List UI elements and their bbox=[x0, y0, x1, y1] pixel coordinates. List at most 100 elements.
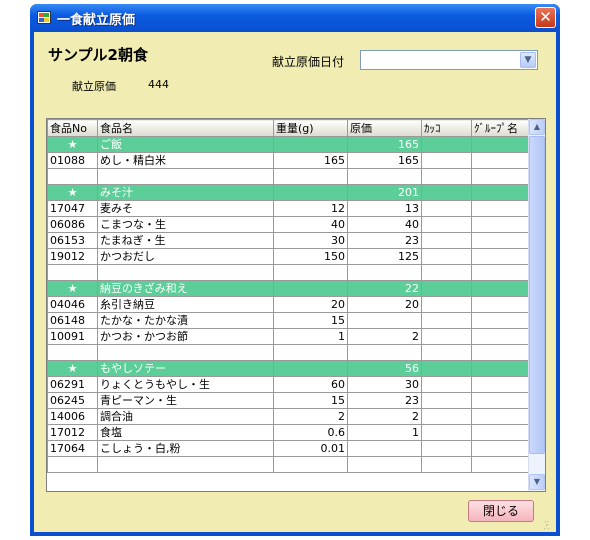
cost-cell[interactable]: 2 bbox=[347, 328, 422, 345]
cost-cell[interactable]: 30 bbox=[347, 376, 422, 393]
food-name-cell[interactable]: めし・精白米 bbox=[97, 152, 274, 169]
kakko-cell[interactable] bbox=[421, 168, 472, 185]
table-row[interactable]: 06245 青ピーマン・生 15 23 bbox=[47, 392, 529, 409]
food-name-cell[interactable]: かつお・かつお節 bbox=[97, 328, 274, 345]
food-name-cell[interactable]: 糸引き納豆 bbox=[97, 296, 274, 313]
column-header-weight[interactable]: 重量(g) bbox=[273, 119, 348, 137]
scroll-down-icon[interactable]: ▼ bbox=[529, 474, 545, 490]
cost-cell[interactable]: 56 bbox=[347, 360, 422, 377]
group-name-cell[interactable] bbox=[471, 376, 529, 393]
weight-cell[interactable] bbox=[273, 360, 348, 377]
weight-cell[interactable]: 30 bbox=[273, 232, 348, 249]
food-no-cell[interactable] bbox=[47, 456, 98, 473]
food-no-cell[interactable]: 17012 bbox=[47, 424, 98, 441]
cost-cell[interactable]: 20 bbox=[347, 296, 422, 313]
food-no-cell[interactable]: 17047 bbox=[47, 200, 98, 217]
food-no-cell[interactable]: ★ bbox=[47, 136, 98, 153]
chevron-down-icon[interactable]: ▼ bbox=[520, 52, 536, 68]
table-row[interactable]: 17012 食塩 0.6 1 bbox=[47, 424, 529, 441]
kakko-cell[interactable] bbox=[421, 424, 472, 441]
group-name-cell[interactable] bbox=[471, 296, 529, 313]
close-button[interactable]: 閉じる bbox=[468, 500, 534, 522]
group-name-cell[interactable] bbox=[471, 440, 529, 457]
food-no-cell[interactable] bbox=[47, 344, 98, 361]
food-no-cell[interactable]: 06291 bbox=[47, 376, 98, 393]
food-no-cell[interactable] bbox=[47, 168, 98, 185]
weight-cell[interactable]: 20 bbox=[273, 296, 348, 313]
food-name-cell[interactable]: みそ汁 bbox=[97, 184, 274, 201]
cost-cell[interactable] bbox=[347, 344, 422, 361]
group-name-cell[interactable] bbox=[471, 408, 529, 425]
food-name-cell[interactable] bbox=[97, 168, 274, 185]
food-name-cell[interactable]: ご飯 bbox=[97, 136, 274, 153]
weight-cell[interactable]: 2 bbox=[273, 408, 348, 425]
table-row[interactable]: 10091 かつお・かつお節 1 2 bbox=[47, 328, 529, 345]
weight-cell[interactable] bbox=[273, 264, 348, 281]
kakko-cell[interactable] bbox=[421, 440, 472, 457]
table-row[interactable]: 06148 たかな・たかな漬 15 bbox=[47, 312, 529, 329]
food-no-cell[interactable]: 17064 bbox=[47, 440, 98, 457]
food-no-cell[interactable]: 04046 bbox=[47, 296, 98, 313]
weight-cell[interactable]: 40 bbox=[273, 216, 348, 233]
kakko-cell[interactable] bbox=[421, 136, 472, 153]
kakko-cell[interactable] bbox=[421, 392, 472, 409]
kakko-cell[interactable] bbox=[421, 344, 472, 361]
cost-cell[interactable]: 2 bbox=[347, 408, 422, 425]
cost-cell[interactable]: 125 bbox=[347, 248, 422, 265]
table-row[interactable]: 06086 こまつな・生 40 40 bbox=[47, 216, 529, 233]
group-name-cell[interactable] bbox=[471, 328, 529, 345]
group-name-cell[interactable] bbox=[471, 232, 529, 249]
cost-cell[interactable] bbox=[347, 264, 422, 281]
food-name-cell[interactable]: かつおだし bbox=[97, 248, 274, 265]
food-no-cell[interactable]: 06245 bbox=[47, 392, 98, 409]
weight-cell[interactable] bbox=[273, 344, 348, 361]
kakko-cell[interactable] bbox=[421, 216, 472, 233]
food-no-cell[interactable]: ★ bbox=[47, 280, 98, 297]
food-name-cell[interactable] bbox=[97, 344, 274, 361]
kakko-cell[interactable] bbox=[421, 264, 472, 281]
cost-cell[interactable]: 201 bbox=[347, 184, 422, 201]
group-name-cell[interactable] bbox=[471, 456, 529, 473]
kakko-cell[interactable] bbox=[421, 328, 472, 345]
column-header-food-no[interactable]: 食品No bbox=[47, 119, 98, 137]
weight-cell[interactable] bbox=[273, 280, 348, 297]
scrollbar-thumb[interactable] bbox=[529, 136, 545, 454]
food-no-cell[interactable]: 01088 bbox=[47, 152, 98, 169]
weight-cell[interactable]: 0.01 bbox=[273, 440, 348, 457]
weight-cell[interactable]: 150 bbox=[273, 248, 348, 265]
cost-cell[interactable]: 165 bbox=[347, 152, 422, 169]
group-name-cell[interactable] bbox=[471, 264, 529, 281]
kakko-cell[interactable] bbox=[421, 296, 472, 313]
cost-cell[interactable]: 22 bbox=[347, 280, 422, 297]
cost-cell[interactable]: 40 bbox=[347, 216, 422, 233]
grid-vertical-scrollbar[interactable]: ▲ ▼ bbox=[528, 119, 545, 491]
food-name-cell[interactable]: もやしソテー bbox=[97, 360, 274, 377]
food-no-cell[interactable]: 06086 bbox=[47, 216, 98, 233]
food-name-cell[interactable]: 納豆のきざみ和え bbox=[97, 280, 274, 297]
kakko-cell[interactable] bbox=[421, 312, 472, 329]
table-row[interactable]: 01088 めし・精白米 165 165 bbox=[47, 152, 529, 169]
app-icon[interactable] bbox=[37, 11, 51, 24]
column-header-group-name[interactable]: ｸﾞﾙｰﾌﾟ名 bbox=[471, 119, 529, 137]
food-name-cell[interactable]: 麦みそ bbox=[97, 200, 274, 217]
weight-cell[interactable] bbox=[273, 184, 348, 201]
cost-cell[interactable] bbox=[347, 456, 422, 473]
weight-cell[interactable]: 0.6 bbox=[273, 424, 348, 441]
table-row[interactable] bbox=[47, 168, 529, 185]
food-name-cell[interactable]: 食塩 bbox=[97, 424, 274, 441]
weight-cell[interactable]: 60 bbox=[273, 376, 348, 393]
kakko-cell[interactable] bbox=[421, 376, 472, 393]
table-row[interactable]: 06153 たまねぎ・生 30 23 bbox=[47, 232, 529, 249]
table-row[interactable] bbox=[47, 344, 529, 361]
food-name-cell[interactable] bbox=[97, 264, 274, 281]
food-no-cell[interactable]: 10091 bbox=[47, 328, 98, 345]
title-bar[interactable]: 一食献立原価 ✕ bbox=[30, 4, 560, 32]
table-row[interactable] bbox=[47, 456, 529, 473]
weight-cell[interactable]: 15 bbox=[273, 312, 348, 329]
food-name-cell[interactable]: 青ピーマン・生 bbox=[97, 392, 274, 409]
group-row[interactable]: ★ 納豆のきざみ和え 22 bbox=[47, 280, 529, 297]
kakko-cell[interactable] bbox=[421, 456, 472, 473]
weight-cell[interactable] bbox=[273, 168, 348, 185]
weight-cell[interactable]: 15 bbox=[273, 392, 348, 409]
group-row[interactable]: ★ もやしソテー 56 bbox=[47, 360, 529, 377]
